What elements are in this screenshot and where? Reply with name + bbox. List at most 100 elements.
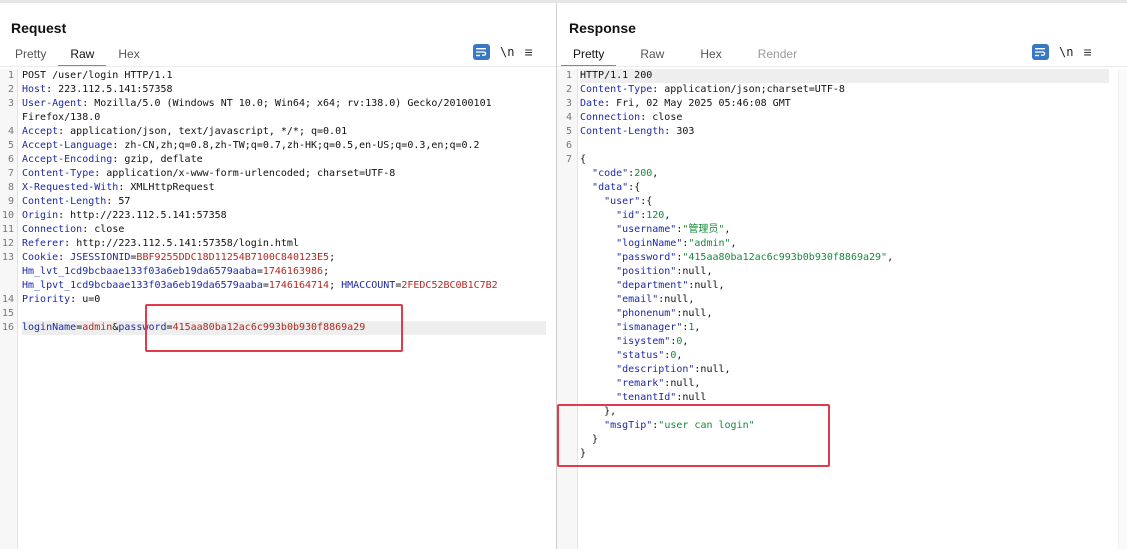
line-content: "data":{	[580, 181, 1109, 195]
response-pane: Response Pretty Raw Hex Render \n ≡ 1 HTT…	[557, 3, 1127, 549]
response-tabs: Pretty Raw Hex Render	[561, 45, 809, 67]
newline-toggle-button[interactable]: \n	[1059, 45, 1073, 59]
code-line: 4 Accept: application/json, text/javascri…	[0, 125, 556, 139]
line-content: "password":"415aa80ba12ac6c993b0b930f886…	[580, 251, 1109, 265]
line-content: Content-Length: 303	[580, 125, 1109, 139]
line-content: Accept-Encoding: gzip, deflate	[22, 153, 546, 167]
line-content: }	[580, 447, 1109, 461]
line-number: 11	[1, 224, 14, 235]
code-text: ;	[329, 252, 336, 263]
line-content: "tenantId":null	[580, 391, 1109, 405]
tab-raw[interactable]: Raw	[628, 45, 676, 65]
param-value: 415aa80ba12ac6c993b0b930f8869a29	[172, 322, 366, 333]
line-content: loginName=admin&password=415aa80ba12ac6c…	[22, 321, 546, 335]
code-line: "loginName":"admin",	[557, 237, 1119, 251]
code-text: : application/json;charset=UTF-8	[652, 84, 845, 95]
line-number: 9	[7, 196, 14, 207]
newline-toggle-button[interactable]: \n	[500, 45, 514, 59]
code-line: "msgTip":"user can login"	[557, 419, 1119, 433]
request-tab-underline	[0, 66, 556, 67]
tab-hex[interactable]: Hex	[106, 45, 151, 65]
tab-pretty[interactable]: Pretty	[3, 45, 58, 65]
line-content: },	[580, 405, 1109, 419]
menu-icon[interactable]: ≡	[1083, 45, 1091, 59]
line-content: Priority: u=0	[22, 293, 546, 307]
code-line: "status":0,	[557, 349, 1119, 363]
json-key: "department"	[616, 280, 689, 291]
tab-raw[interactable]: Raw	[58, 45, 107, 67]
header-name: Connection	[22, 224, 83, 235]
line-number: 1	[565, 70, 572, 81]
code-line: 7 Content-Type: application/x-www-form-ur…	[0, 167, 556, 181]
response-scrollbar[interactable]	[1118, 69, 1127, 549]
request-editor[interactable]: 1 POST /user/login HTTP/1.1 2 Host: 223.112…	[0, 69, 556, 549]
line-content: POST /user/login HTTP/1.1	[22, 69, 546, 83]
param-name: loginName	[22, 322, 77, 333]
line-content: "ismanager":1,	[580, 321, 1109, 335]
code-text: : zh-CN,zh;q=0.8,zh-TW;q=0.7,zh-HK;q=0.5…	[112, 140, 480, 151]
line-content: Origin: http://223.112.5.141:57358	[22, 209, 546, 223]
line-number: 7	[7, 168, 14, 179]
json-key: "user"	[604, 196, 641, 207]
line-content: HTTP/1.1 200	[580, 69, 1109, 83]
code-text: : application/x-www-form-urlencoded; cha…	[94, 168, 396, 179]
line-number: 16	[1, 322, 14, 333]
json-key: "ismanager"	[616, 322, 683, 333]
response-editor[interactable]: 1 HTTP/1.1 200 2 Content-Type: application/…	[557, 69, 1119, 549]
param-name: HMACCOUNT	[341, 280, 396, 291]
code-line: 3 Date: Fri, 02 May 2025 05:46:08 GMT	[557, 97, 1119, 111]
header-name: Accept-Encoding	[22, 154, 113, 165]
line-number: 15	[1, 308, 14, 319]
code-text: : Fri, 02 May 2025 05:46:08 GMT	[604, 98, 791, 109]
header-name: Connection	[580, 112, 641, 123]
line-content: Connection: close	[22, 223, 546, 237]
json-key: "password"	[616, 252, 677, 263]
code-text: {	[580, 154, 587, 165]
json-key: "username"	[616, 224, 677, 235]
response-toolbar: \n ≡	[1032, 44, 1092, 60]
tab-render[interactable]: Render	[746, 45, 809, 65]
code-line: "description":null,	[557, 363, 1119, 377]
menu-icon[interactable]: ≡	[524, 45, 532, 59]
tab-pretty[interactable]: Pretty	[561, 45, 617, 67]
header-name: Accept-Language	[22, 140, 113, 151]
code-text: : 223.112.5.141:57358	[46, 84, 173, 95]
param-value: admin	[82, 322, 113, 333]
code-line: 7{	[557, 153, 1119, 167]
code-text: :null,	[658, 294, 695, 305]
param-value: 2FEDC52BC0B1C7B2	[401, 280, 498, 291]
code-line: 8 X-Requested-With: XMLHttpRequest	[0, 181, 556, 195]
line-number: 4	[565, 112, 572, 123]
json-key: "id"	[616, 210, 641, 221]
code-line: "remark":null,	[557, 377, 1119, 391]
code-text: :null,	[694, 364, 731, 375]
code-line: Firefox/138.0	[0, 111, 556, 125]
line-content: "msgTip":"user can login"	[580, 419, 1109, 433]
wrap-lines-icon[interactable]	[1032, 44, 1049, 60]
line-content: Accept: application/json, text/javascrip…	[22, 125, 546, 139]
line-content: "department":null,	[580, 279, 1109, 293]
json-key: "msgTip"	[604, 420, 653, 431]
line-number: 2	[565, 84, 572, 95]
header-name: Date	[580, 98, 605, 109]
tab-hex[interactable]: Hex	[688, 45, 733, 65]
header-name: Content-Length	[22, 196, 107, 207]
code-text: }	[580, 434, 599, 445]
code-text: ,	[730, 238, 737, 249]
code-line: "isystem":0,	[557, 335, 1119, 349]
code-line: 5 Content-Length: 303	[557, 125, 1119, 139]
header-name: Content-Type	[580, 84, 653, 95]
code-text: ,	[664, 210, 671, 221]
code-line: "ismanager":1,	[557, 321, 1119, 335]
json-key: "tenantId"	[616, 392, 677, 403]
code-line: 16 loginName=admin&password=415aa80ba12ac…	[0, 321, 556, 335]
response-title: Response	[569, 20, 636, 36]
wrap-lines-icon[interactable]	[473, 44, 490, 60]
